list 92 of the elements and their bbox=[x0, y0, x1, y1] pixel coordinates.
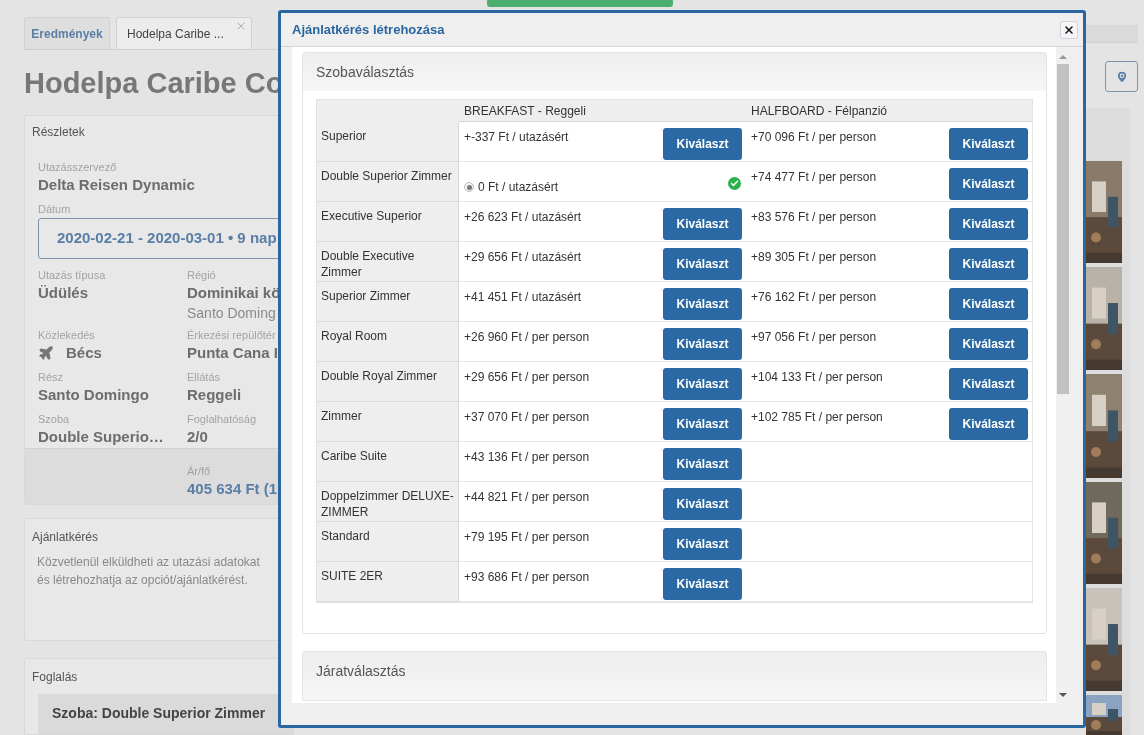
select-button[interactable]: Kiválaszt bbox=[949, 248, 1028, 280]
price-text: +76 162 Ft / per person bbox=[751, 289, 877, 306]
price-text: +74 477 Ft / per person bbox=[751, 169, 877, 186]
price-text: +-337 Ft / utazásért bbox=[464, 129, 569, 146]
field-label: Dátum bbox=[38, 202, 72, 216]
card-title: Ajánlatkérés bbox=[32, 529, 100, 546]
map-button[interactable] bbox=[1105, 61, 1138, 92]
room-header: Szoba: Double Superior Zimmer bbox=[38, 694, 293, 734]
close-icon[interactable] bbox=[235, 20, 247, 32]
field-label: Utazásszervező bbox=[38, 160, 118, 174]
select-button[interactable]: Kiválaszt bbox=[663, 328, 742, 360]
price-text: +70 096 Ft / per person bbox=[751, 129, 877, 146]
price-text: +104 133 Ft / per person bbox=[751, 369, 883, 386]
select-button[interactable]: Kiválaszt bbox=[949, 288, 1028, 320]
price-text: +29 656 Ft / per person bbox=[464, 369, 590, 386]
field-value: Üdülés bbox=[38, 283, 89, 303]
select-button[interactable]: Kiválaszt bbox=[663, 568, 742, 600]
room-name-cell: Double Superior Zimmer bbox=[317, 162, 459, 202]
card-title: Részletek bbox=[32, 124, 86, 141]
select-button[interactable]: Kiválaszt bbox=[949, 328, 1028, 360]
field-value: Punta Cana I bbox=[187, 343, 279, 363]
price-text: +37 070 Ft / per person bbox=[464, 409, 590, 426]
field-label: Szoba bbox=[38, 412, 71, 426]
room-name-cell: Standard bbox=[317, 522, 459, 562]
room-name-cell: Zimmer bbox=[317, 402, 459, 442]
field-value: 2/0 bbox=[187, 427, 209, 447]
room-name-cell: Superior Zimmer bbox=[317, 282, 459, 322]
select-button[interactable]: Kiválaszt bbox=[663, 248, 742, 280]
room-name-cell: SUITE 2ER bbox=[317, 562, 459, 602]
close-icon bbox=[1063, 23, 1075, 36]
select-button[interactable]: Kiválaszt bbox=[663, 208, 742, 240]
radio-button[interactable] bbox=[464, 182, 474, 192]
price-text: +79 195 Ft / per person bbox=[464, 529, 590, 546]
field-label: Érkezési repülőtér bbox=[187, 328, 277, 342]
tab[interactable]: Eredmények bbox=[24, 17, 110, 49]
select-button[interactable]: Kiválaszt bbox=[949, 408, 1028, 440]
field-label: Közlekedés bbox=[38, 328, 96, 342]
price-text: +93 686 Ft / per person bbox=[464, 569, 590, 586]
room-name-cell: Caribe Suite bbox=[317, 442, 459, 482]
field-value: Reggeli bbox=[187, 385, 243, 405]
price-text: +83 576 Ft / per person bbox=[751, 209, 877, 226]
room-name-cell: Double Executive Zimmer bbox=[317, 242, 459, 282]
room-name-cell: Double Royal Zimmer bbox=[317, 362, 459, 402]
select-button[interactable]: Kiválaszt bbox=[663, 488, 742, 520]
field-value: Delta Reisen Dynamic bbox=[38, 175, 196, 195]
room-name-cell: Executive Superior bbox=[317, 202, 459, 242]
price-text: +89 305 Ft / per person bbox=[751, 249, 877, 266]
price-text: +102 785 Ft / per person bbox=[751, 409, 883, 426]
tab[interactable]: Hodelpa Caribe ... bbox=[116, 17, 252, 49]
price-text: +26 623 Ft / utazásért bbox=[464, 209, 582, 226]
select-button[interactable]: Kiválaszt bbox=[949, 168, 1028, 200]
field-subvalue: Santo Doming bbox=[187, 304, 277, 322]
select-button[interactable]: Kiválaszt bbox=[663, 528, 742, 560]
column-header: HALFBOARD - Félpanzió bbox=[746, 100, 1032, 122]
price-label: Ár/fő bbox=[187, 464, 212, 478]
select-button[interactable]: Kiválaszt bbox=[949, 128, 1028, 160]
close-button[interactable] bbox=[1060, 20, 1078, 39]
modal-title: Ajánlatkérés létrehozása bbox=[292, 20, 445, 39]
column-header: BREAKFAST - Reggeli bbox=[459, 100, 746, 122]
price-text: +26 960 Ft / per person bbox=[464, 329, 590, 346]
room-name-cell: Royal Room bbox=[317, 322, 459, 362]
offer-request-text: Közvetlenül elküldheti az utazási adatokat és létrehozhatja az opciót/ajánlatkérést. bbox=[37, 554, 261, 589]
room-name-cell: Superior bbox=[317, 122, 459, 162]
select-button[interactable]: Kiválaszt bbox=[663, 368, 742, 400]
check-icon bbox=[728, 177, 741, 190]
field-value: Double Superio… bbox=[38, 427, 165, 447]
select-button[interactable]: Kiválaszt bbox=[663, 448, 742, 480]
field-label: Foglalhatóság bbox=[187, 412, 258, 426]
tab-strip bbox=[1086, 25, 1138, 43]
price-text: 0 Ft / utazásért bbox=[478, 179, 559, 196]
price-text: +44 821 Ft / per person bbox=[464, 489, 590, 506]
select-button[interactable]: Kiválaszt bbox=[663, 288, 742, 320]
field-label: Utazás típusa bbox=[38, 268, 107, 282]
price-text: +43 136 Ft / per person bbox=[464, 449, 590, 466]
field-label: Régió bbox=[187, 268, 217, 282]
price-value: 405 634 Ft (1 bbox=[187, 479, 279, 499]
select-button[interactable]: Kiválaszt bbox=[949, 208, 1028, 240]
price-text: +41 451 Ft / utazásért bbox=[464, 289, 582, 306]
field-label: Rész bbox=[38, 370, 65, 384]
plane-icon bbox=[38, 345, 54, 361]
select-button[interactable]: Kiválaszt bbox=[663, 128, 742, 160]
price-text: +29 656 Ft / utazásért bbox=[464, 249, 582, 266]
section-title: Szobaválasztás bbox=[316, 62, 415, 82]
price-text: +97 056 Ft / per person bbox=[751, 329, 877, 346]
select-button[interactable]: Kiválaszt bbox=[663, 408, 742, 440]
field-label: Ellátás bbox=[187, 370, 222, 384]
room-name-cell: Doppelzimmer DELUXE-ZIMMER bbox=[317, 482, 459, 522]
select-button[interactable]: Kiválaszt bbox=[949, 368, 1028, 400]
field-value: Bécs bbox=[66, 342, 102, 363]
field-value: Santo Domingo bbox=[38, 385, 150, 405]
section-title: Járatválasztás bbox=[316, 662, 406, 681]
card-title: Foglalás bbox=[32, 669, 79, 686]
